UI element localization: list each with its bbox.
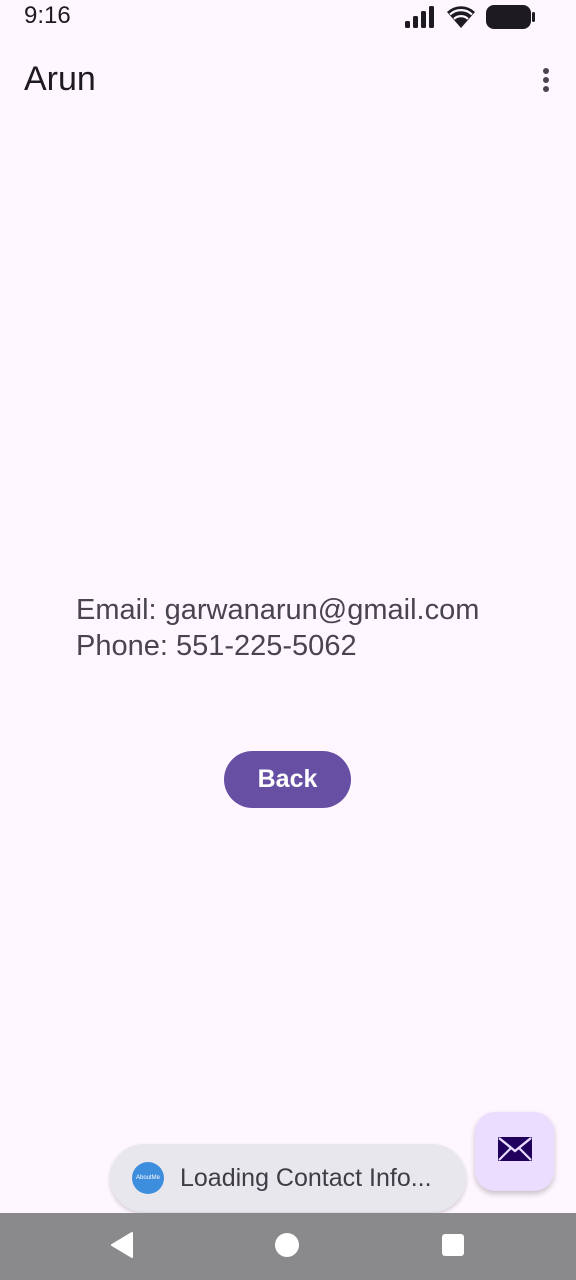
top-app-bar: Arun — [0, 44, 576, 116]
signal-icon — [404, 6, 436, 28]
app-icon: AboutMe — [132, 1162, 164, 1194]
email-icon — [497, 1136, 533, 1167]
battery-icon — [486, 5, 536, 29]
home-icon — [274, 1232, 300, 1263]
contact-info: Email: garwanarun@gmail.com Phone: 551-2… — [76, 592, 479, 664]
page-title: Arun — [24, 60, 96, 98]
toast: AboutMe Loading Contact Info... — [110, 1144, 466, 1212]
status-icons — [404, 5, 536, 29]
phone-text: Phone: 551-225-5062 — [76, 630, 357, 662]
recents-icon — [441, 1233, 465, 1262]
back-icon — [109, 1231, 135, 1264]
email-fab[interactable] — [475, 1112, 554, 1191]
navigation-bar — [0, 1213, 576, 1280]
wifi-icon — [446, 5, 476, 29]
status-bar: 9:16 — [0, 0, 576, 34]
nav-back-button[interactable] — [106, 1231, 138, 1263]
toast-message: Loading Contact Info... — [180, 1163, 432, 1192]
nav-recents-button[interactable] — [437, 1231, 469, 1263]
status-time: 9:16 — [24, 2, 71, 29]
back-button[interactable]: Back — [224, 751, 351, 808]
nav-home-button[interactable] — [271, 1231, 303, 1263]
more-vert-icon[interactable] — [530, 60, 562, 100]
app-icon-label: AboutMe — [135, 1175, 160, 1181]
email-text: Email: garwanarun@gmail.com — [76, 594, 480, 626]
